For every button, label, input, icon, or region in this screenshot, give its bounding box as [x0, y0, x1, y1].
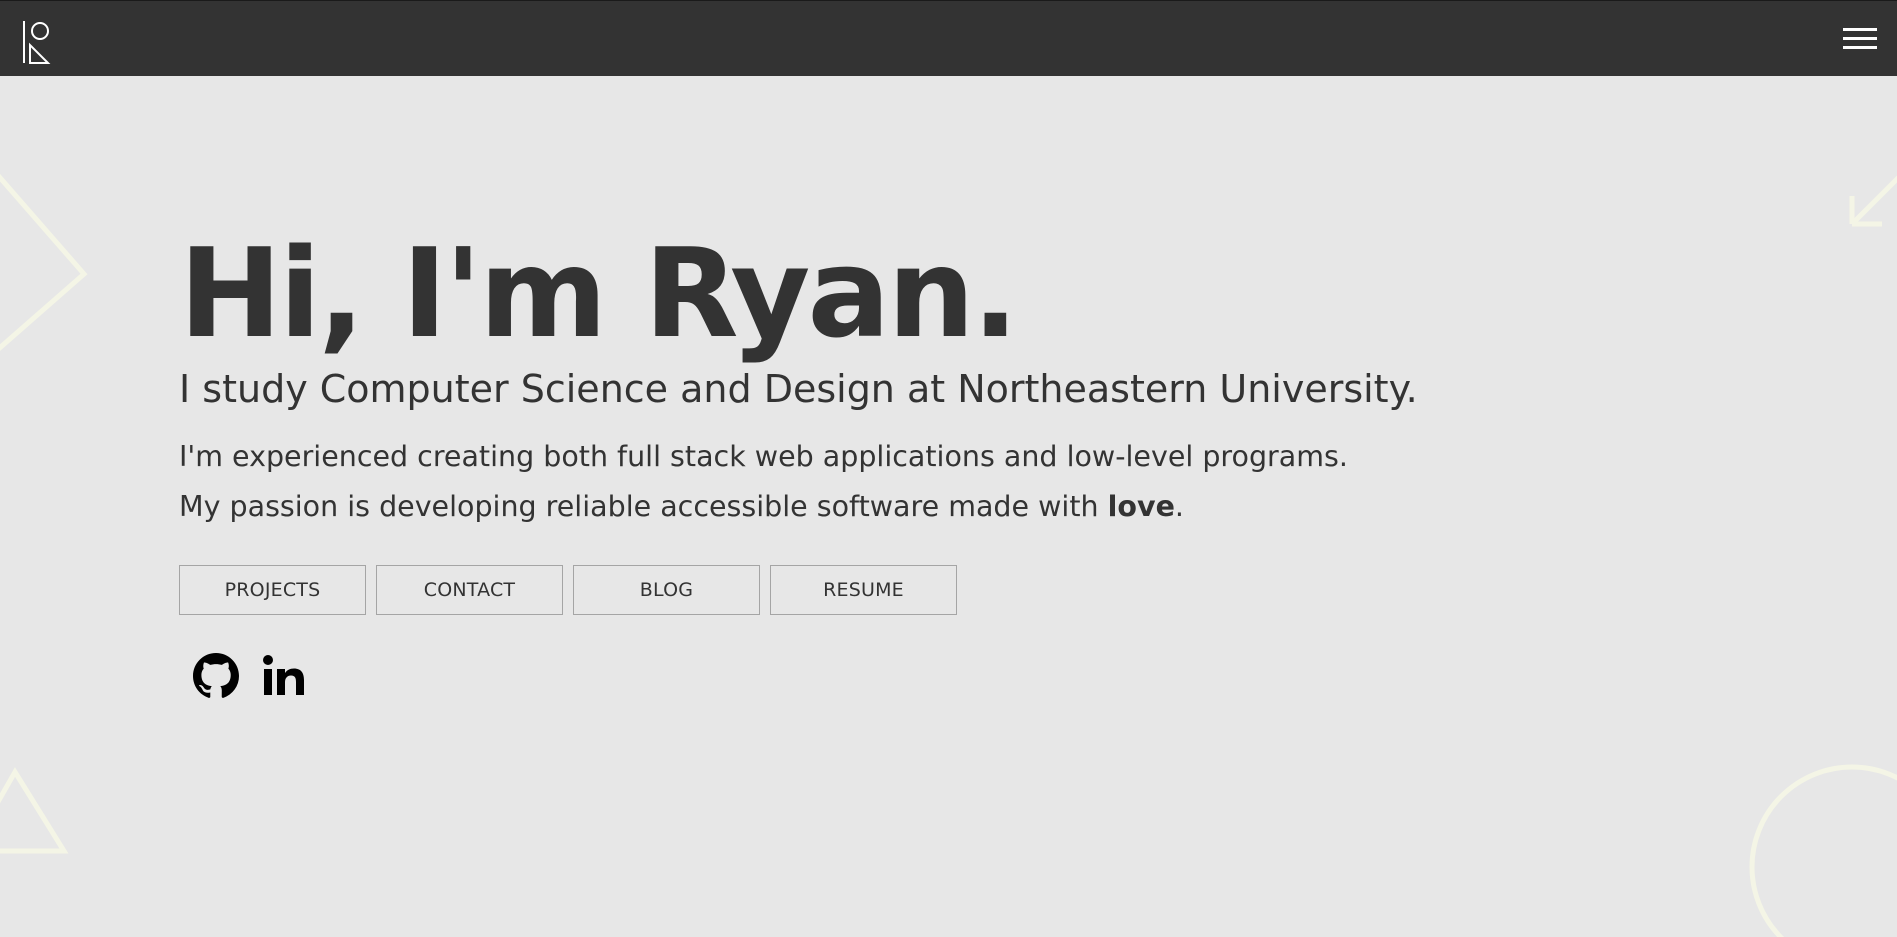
hero-title: Hi, I'm Ryan. — [179, 223, 1019, 366]
description-line-2-prefix: My passion is developing reliable access… — [179, 490, 1108, 523]
decor-arrow-shape — [1849, 175, 1897, 227]
resume-button[interactable]: RESUME — [770, 565, 957, 615]
hero-section: Hi, I'm Ryan. I study Computer Science a… — [179, 225, 1418, 699]
hero-subtitle: I study Computer Science and Design at N… — [179, 367, 1418, 411]
hamburger-menu-icon[interactable] — [1841, 25, 1879, 53]
social-links — [193, 653, 1418, 699]
top-navbar — [0, 0, 1897, 76]
projects-button[interactable]: PROJECTS — [179, 565, 366, 615]
description-line-2-suffix: . — [1174, 490, 1184, 523]
decor-circle-shape — [1749, 764, 1897, 937]
hero-description: I'm experienced creating both full stack… — [179, 432, 1418, 532]
contact-button[interactable]: CONTACT — [376, 565, 563, 615]
description-line-2: My passion is developing reliable access… — [179, 482, 1418, 532]
action-buttons: PROJECTS CONTACT BLOG RESUME — [179, 565, 1418, 615]
blog-button[interactable]: BLOG — [573, 565, 760, 615]
linkedin-icon[interactable] — [261, 653, 307, 699]
decor-chevron-shape — [0, 173, 88, 351]
decor-triangle-shape — [0, 767, 69, 854]
github-icon[interactable] — [193, 653, 239, 699]
description-line-1: I'm experienced creating both full stack… — [179, 440, 1348, 473]
logo-icon[interactable] — [20, 19, 52, 65]
love-emphasis: love — [1107, 490, 1175, 523]
